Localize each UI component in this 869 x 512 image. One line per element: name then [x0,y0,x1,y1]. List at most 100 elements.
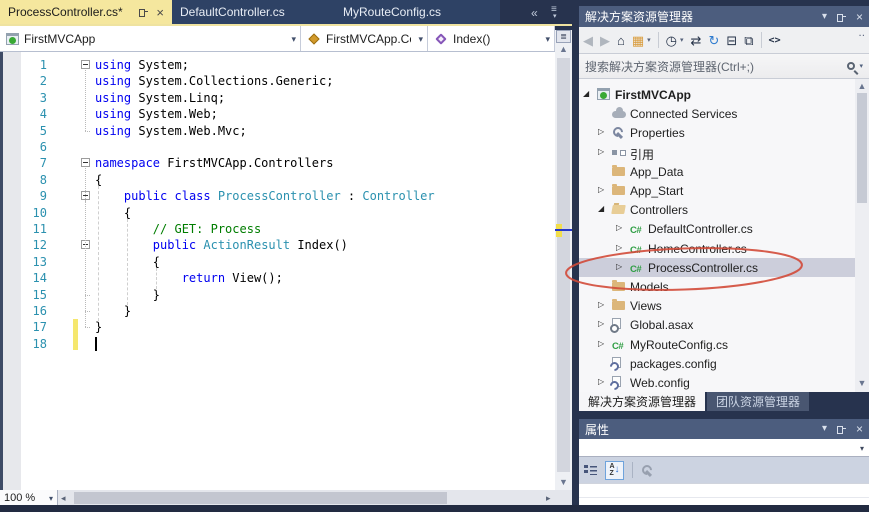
editor-vertical-scrollbar[interactable]: ≣ ▲ ▼ [555,30,572,490]
tree-item-label: MyRouteConfig.cs [630,338,728,352]
chevron-collapsed-icon[interactable]: ▷ [598,128,604,136]
navigate-back-icon[interactable]: ◀ [583,34,593,47]
search-icon[interactable] [847,62,855,70]
properties-object-dropdown[interactable]: ▾ [579,439,869,457]
gearfile-icon [612,318,621,329]
tree-item-app_data[interactable]: App_Data [579,162,855,181]
scroll-down-icon[interactable]: ▼ [555,478,572,487]
chevron-collapsed-icon[interactable]: ▷ [598,340,604,348]
properties-pin-icon[interactable] [836,424,847,434]
fold-collapse-icon[interactable] [81,158,90,167]
document-tab[interactable]: DefaultController.cs [172,0,335,24]
scroll-tabs-left-icon[interactable]: « [531,7,538,19]
pending-changes-filter-caret-icon[interactable]: ▾ [680,36,684,44]
navigate-forward-icon[interactable]: ▶ [600,34,610,47]
toolbar-overflow-icon[interactable]: ‥ [858,28,866,39]
sync-with-active-document-icon[interactable]: ⇄ [691,34,702,47]
vertical-scroll-thumb[interactable] [557,58,570,472]
indent-guide [127,219,128,305]
pin-icon[interactable] [836,12,847,22]
toolbar-separator [658,32,659,48]
window-bottom-edge [0,505,869,512]
solution-search-box[interactable]: 搜索解决方案资源管理器(Ctrl+;) ▾ [579,54,869,79]
tree-scroll-thumb[interactable] [857,93,867,203]
tree-item-firstmvcapp[interactable]: ◢FirstMVCApp [579,85,855,104]
chevron-collapsed-icon[interactable]: ▷ [598,378,604,386]
fold-collapse-icon[interactable] [81,60,90,69]
view-code-icon[interactable]: <> [769,35,781,46]
document-tab[interactable]: ProcessController.cs* × [0,0,172,24]
tree-item-connected-services[interactable]: Connected Services [579,104,855,123]
tab-close-icon[interactable]: × [156,6,164,19]
editor-splitter-handle[interactable]: ≣ [556,30,571,43]
tab-solution-explorer[interactable]: 解决方案资源管理器 [579,392,705,411]
alphabetical-sort-icon[interactable]: AZ↓ [605,461,624,480]
collapse-all-icon[interactable]: ⊟ [726,34,737,47]
reference-icon [612,148,626,156]
navbar-dropdown-method[interactable]: Index()▾ [428,26,555,51]
chevron-collapsed-icon[interactable]: ▷ [598,186,604,194]
tree-item-packages-config[interactable]: packages.config [579,354,855,373]
tree-item-homecontroller-cs[interactable]: ▷HomeController.cs [579,239,855,258]
indent-guide [98,186,99,322]
hscroll-left-icon[interactable]: ◂ [61,492,66,504]
horizontal-scroll-thumb[interactable] [74,492,447,504]
tree-item-label: Properties [630,126,685,140]
csharp-icon [630,261,641,275]
tab-team-explorer[interactable]: 团队资源管理器 [707,392,809,411]
chevron-expanded-icon[interactable]: ◢ [598,205,604,213]
switch-views-caret-icon[interactable]: ▾ [647,36,651,44]
navbar-dropdown-class[interactable]: FirstMVCApp.Controllers.F▾ [301,26,428,51]
zoom-level-dropdown[interactable]: 100 % ▾ [0,490,58,506]
code-editor[interactable]: 1using System;2using System.Collections.… [0,52,555,490]
tree-item-processcontroller-cs[interactable]: ▷ProcessController.cs [579,258,855,277]
tree-item-models[interactable]: Models [579,277,855,296]
tree-scroll-down-icon[interactable]: ▼ [855,379,869,388]
properties-close-icon[interactable]: × [856,423,863,435]
tree-item-properties[interactable]: ▷ Properties [579,123,855,142]
configfile-icon [612,357,621,368]
chevron-collapsed-icon[interactable]: ▷ [598,320,604,328]
properties-title-bar: 属性 ▾ × [579,419,869,439]
refresh-icon[interactable]: ↻ [708,34,719,47]
tree-scrollbar[interactable]: ▲ ▼ [855,79,869,392]
dropdown-caret-icon: ▾ [418,34,423,45]
property-pages-icon[interactable] [641,464,654,477]
document-tab[interactable]: MyRouteConfig.cs [335,0,500,24]
categorized-icon[interactable] [584,465,597,476]
tree-item-defaultcontroller-cs[interactable]: ▷DefaultController.cs [579,219,855,238]
tree-scroll-up-icon[interactable]: ▲ [855,82,869,91]
tree-item-views[interactable]: ▷Views [579,296,855,315]
tab-label: ProcessController.cs* [8,5,123,19]
tree-item-controllers[interactable]: ◢Controllers [579,200,855,219]
chevron-collapsed-icon[interactable]: ▷ [616,244,622,252]
scroll-up-icon[interactable]: ▲ [555,45,572,54]
home-icon[interactable]: ⌂ [617,34,625,47]
tree-item-global-asax[interactable]: ▷Global.asax [579,315,855,334]
navbar-dropdown-project[interactable]: FirstMVCApp▾ [0,26,301,51]
chevron-collapsed-icon[interactable]: ▷ [598,148,604,156]
chevron-collapsed-icon[interactable]: ▷ [598,301,604,309]
wrench-icon [612,126,625,139]
chevron-collapsed-icon[interactable]: ▷ [616,263,622,271]
pane-menu-icon[interactable]: ▾ [822,12,827,22]
chevron-collapsed-icon[interactable]: ▷ [616,224,622,232]
pending-changes-filter-icon[interactable]: ◷ [666,34,677,47]
configfile-icon [612,376,621,387]
code-line: 6 [0,139,555,156]
tab-list-caret-icon[interactable]: ▾ [553,13,557,20]
switch-views-icon[interactable]: ▦ [632,34,644,47]
close-icon[interactable]: × [856,11,863,23]
preview-selected-items-icon[interactable]: ⧉ [744,34,753,47]
tree-item-app_start[interactable]: ▷App_Start [579,181,855,200]
tree-item-web-config[interactable]: ▷Web.config [579,373,855,392]
tab-pin-icon[interactable] [138,7,149,17]
hscroll-right-icon[interactable]: ▸ [546,492,551,504]
solution-explorer-pane: 解决方案资源管理器 ▾ × ‥ ◀▶⌂▦▾◷▾⇄↻⊟⧉<> 搜索解决方案资源管理… [579,6,869,411]
tree-item-myrouteconfig-cs[interactable]: ▷ MyRouteConfig.cs [579,335,855,354]
properties-menu-icon[interactable]: ▾ [822,424,827,434]
tree-item---[interactable]: ▷引用 [579,143,855,162]
code-text: using System.Linq; [95,90,225,106]
chevron-expanded-icon[interactable]: ◢ [583,90,589,98]
search-caret-icon[interactable]: ▾ [859,62,863,70]
